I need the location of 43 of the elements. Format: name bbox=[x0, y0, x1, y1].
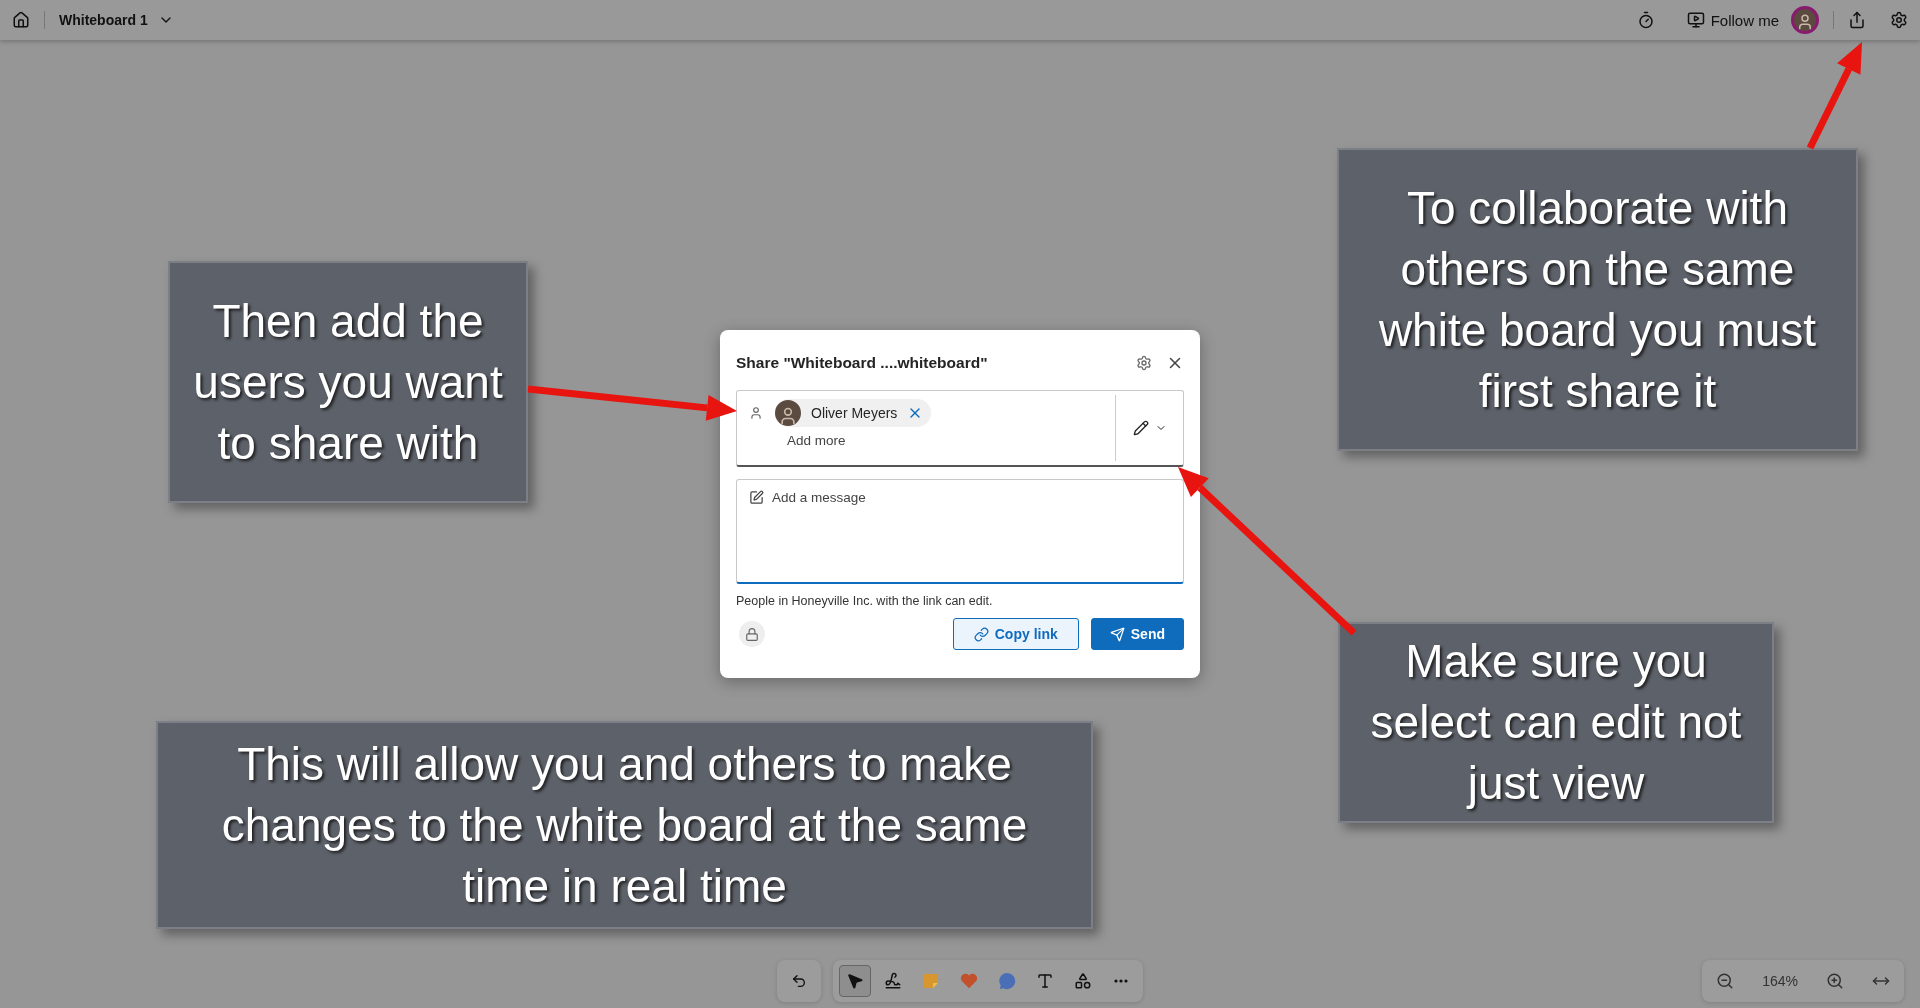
board-title[interactable]: Whiteboard 1 bbox=[59, 12, 148, 28]
speech-bubble-icon bbox=[998, 971, 1016, 991]
callout-note: To collaborate with others on the same white board you must first share it bbox=[1337, 148, 1858, 451]
person-silhouette-icon bbox=[1796, 13, 1814, 31]
pointer-icon bbox=[846, 971, 864, 991]
copy-link-button[interactable]: Copy link bbox=[952, 618, 1079, 650]
timer-icon[interactable] bbox=[1636, 11, 1655, 29]
compose-icon bbox=[749, 490, 764, 505]
screen-pointer-icon bbox=[1686, 11, 1705, 29]
text-icon bbox=[1036, 972, 1054, 990]
recipients-field[interactable]: Oliver Meyers Add more bbox=[736, 390, 1184, 467]
link-icon bbox=[973, 626, 989, 642]
settings-icon[interactable] bbox=[1890, 11, 1908, 29]
recipient-name: Oliver Meyers bbox=[811, 405, 898, 421]
lock-button[interactable] bbox=[739, 621, 765, 647]
more-icon bbox=[1114, 979, 1128, 983]
callout-note: This will allow you and others to make changes to the white board at the same time in real time bbox=[156, 721, 1093, 929]
zoom-out-icon[interactable] bbox=[1716, 972, 1735, 990]
heart-icon bbox=[960, 972, 978, 990]
undo-icon bbox=[791, 973, 807, 989]
zoom-in-icon[interactable] bbox=[1826, 972, 1844, 990]
send-button[interactable]: Send bbox=[1090, 618, 1184, 650]
add-more-placeholder: Add more bbox=[787, 433, 847, 448]
callout-note: Then add the users you want to share with bbox=[168, 261, 528, 503]
message-field[interactable]: Add a message bbox=[736, 479, 1184, 584]
callout-note: Make sure you select can edit not just view bbox=[1338, 622, 1774, 823]
dialog-title: Share "Whiteboard ....whiteboard" bbox=[736, 354, 989, 372]
settings-icon[interactable] bbox=[1136, 355, 1152, 371]
home-icon[interactable] bbox=[12, 11, 30, 29]
person-icon bbox=[749, 406, 763, 420]
user-avatar[interactable] bbox=[1791, 6, 1819, 34]
shapes-icon bbox=[1074, 972, 1092, 990]
pen-icon bbox=[884, 972, 902, 990]
sticky-note-icon bbox=[922, 972, 940, 990]
follow-me-button[interactable]: Follow me bbox=[1684, 9, 1781, 31]
send-icon bbox=[1109, 626, 1125, 642]
tool-button[interactable] bbox=[839, 965, 871, 997]
pencil-icon bbox=[1132, 420, 1149, 436]
lock-icon bbox=[745, 626, 759, 642]
zoom-level: 164% bbox=[1762, 973, 1798, 989]
person-silhouette-icon bbox=[778, 406, 798, 426]
share-icon[interactable] bbox=[1848, 11, 1866, 29]
permission-note: People in Honeyville Inc. with the link can edit. bbox=[736, 594, 994, 608]
